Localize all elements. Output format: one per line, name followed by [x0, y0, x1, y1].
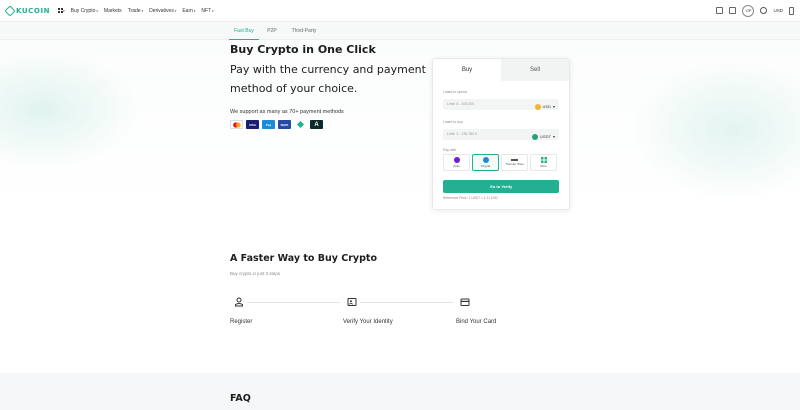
buy-sell-tabs: Buy Sell	[433, 59, 569, 81]
chevron-down-icon: ▾	[212, 8, 214, 13]
kucoin-logo-icon	[4, 4, 16, 17]
mastercard-icon	[230, 120, 243, 129]
nav-trade[interactable]: Trade ▾	[128, 8, 143, 14]
visa-icon: VISA	[246, 120, 259, 129]
tab-third-party[interactable]: Third-Party	[287, 22, 321, 40]
pay-option-label: More	[540, 164, 547, 168]
nav-label: Buy Crypto	[70, 7, 96, 14]
globe-icon[interactable]	[760, 7, 768, 14]
buy-label: I want to buy	[443, 120, 463, 124]
faq-title: FAQ	[230, 393, 251, 404]
currency-selector[interactable]: USD	[773, 8, 783, 13]
chevron-down-icon: ▾	[552, 134, 555, 139]
a-icon: A	[310, 120, 323, 129]
section-subtitle: Buy crypto in just 3 steps	[230, 271, 281, 276]
card-icon	[460, 298, 470, 306]
orders-icon[interactable]	[729, 7, 737, 14]
nav-label: NFT	[201, 7, 212, 14]
decorative-glow	[0, 50, 140, 170]
pay-with-label: Pay with	[443, 148, 457, 152]
nav-label: Trade	[127, 7, 141, 14]
nav-label: Earn	[182, 7, 193, 14]
spend-input[interactable]: Limit: 8 - 100,000 USD ▾	[443, 99, 559, 110]
section-title: A Faster Way to Buy Crypto	[230, 253, 377, 264]
step-connector	[360, 302, 453, 303]
step-register: Register	[230, 319, 253, 325]
pay-option-more[interactable]: More	[530, 154, 557, 171]
download-app-icon[interactable]	[789, 6, 794, 15]
tab-fast-buy[interactable]: Fast Buy	[229, 22, 259, 40]
nav-nft[interactable]: NFT ▾	[201, 8, 213, 14]
step-connector	[247, 302, 340, 303]
logo-text: KUCOIN	[16, 6, 51, 15]
buy-crypto-subnav: Fast Buy P2P Third-Party	[0, 22, 800, 40]
zelle-icon	[453, 157, 460, 163]
chevron-down-icon: ▾	[63, 8, 65, 13]
nav-markets[interactable]: Markets	[104, 8, 122, 14]
main-nav: Buy Crypto ▾ Markets Trade ▾ Derivatives ▾ …	[71, 8, 214, 14]
reference-price: Reference Price: 1 USDT = 1.11 USD	[443, 196, 498, 200]
tab-sell[interactable]: Sell	[501, 59, 569, 81]
paypal-icon: Pay	[262, 120, 275, 129]
usd-coin-icon	[534, 103, 541, 110]
id-card-icon	[347, 298, 357, 306]
pay-option-paypal[interactable]: Paypal	[472, 154, 499, 171]
sepa-icon: SEPA	[278, 120, 291, 129]
pay-option-zelle[interactable]: Zelle	[443, 154, 470, 171]
step-bind-card: Bind Your Card	[456, 319, 497, 325]
paypal-icon	[482, 157, 489, 163]
payment-options: Zelle Paypal Transfer Wise More	[443, 154, 557, 171]
page-title: Buy Crypto in One Click	[230, 43, 376, 56]
nav-earn[interactable]: Earn ▾	[182, 8, 195, 14]
assets-icon[interactable]	[716, 7, 724, 14]
nav-derivatives[interactable]: Derivatives ▾	[149, 8, 176, 14]
pay-option-transfer-wise[interactable]: Transfer Wise	[501, 154, 528, 171]
buy-currency-label: USDT	[540, 134, 551, 139]
chevron-down-icon: ▾	[552, 104, 555, 109]
spend-placeholder: Limit: 8 - 100,000	[447, 102, 475, 106]
buy-placeholder: Limit: 0 - 135,780.5	[447, 132, 477, 136]
spend-currency-select[interactable]: USD ▾	[534, 101, 555, 112]
pay-option-label: Zelle	[453, 164, 460, 168]
nav-label: Derivatives	[149, 7, 174, 14]
transferwise-icon	[511, 159, 518, 161]
chevron-down-icon: ▾	[193, 8, 196, 13]
kucoin-logo[interactable]: KUCOIN	[4, 4, 51, 17]
pay-option-label: Transfer Wise	[505, 161, 524, 166]
payment-logos: VISA Pay SEPA A	[230, 120, 323, 129]
tab-p2p[interactable]: P2P	[262, 22, 282, 40]
tab-buy[interactable]: Buy	[433, 59, 501, 81]
avatar[interactable]: OP	[742, 4, 755, 17]
chevron-down-icon: ▾	[141, 8, 144, 13]
buy-input[interactable]: Limit: 0 - 135,780.5 USDT ▾	[443, 129, 559, 140]
faq-section	[0, 373, 800, 410]
pay-option-label: Paypal	[480, 164, 491, 168]
usdt-coin-icon	[532, 133, 539, 140]
buy-crypto-card: Buy Sell I want to spend Limit: 8 - 100,…	[432, 58, 570, 210]
spend-label: I want to spend	[443, 90, 467, 94]
binance-connect-icon	[294, 120, 307, 129]
decorative-glow	[630, 60, 800, 200]
top-navigation-bar: KUCOIN ▾ Buy Crypto ▾ Markets Trade ▾ Deri…	[0, 0, 800, 22]
go-to-verify-button[interactable]: Go to Verify	[443, 180, 559, 193]
nav-buy-crypto[interactable]: Buy Crypto ▾	[71, 8, 98, 14]
hero-subtitle: Pay with the currency and payment method…	[230, 63, 426, 95]
topbar-actions: OP USD	[716, 4, 794, 17]
buy-currency-select[interactable]: USDT ▾	[532, 131, 555, 142]
grid-icon	[540, 157, 547, 163]
payment-methods-text: We support as many as 70+ payment method…	[230, 109, 344, 115]
chevron-down-icon: ▾	[96, 8, 98, 13]
step-verify-identity: Verify Your Identity	[343, 319, 393, 325]
spend-currency-label: USD	[542, 104, 551, 109]
user-icon	[235, 297, 243, 307]
chevron-down-icon: ▾	[174, 8, 177, 13]
nav-label: Markets	[103, 7, 122, 14]
